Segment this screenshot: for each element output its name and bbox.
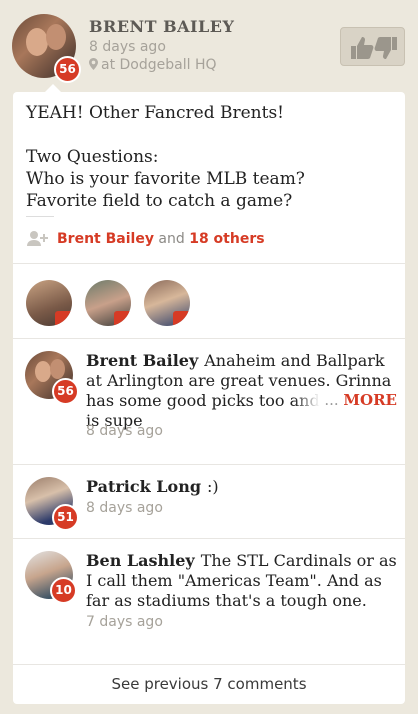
poster-name[interactable]: BRENT BAILEY — [89, 17, 234, 36]
more-control: ... MORE — [294, 391, 397, 409]
liker-avatar[interactable] — [144, 280, 190, 326]
ellipsis: ... — [324, 391, 339, 409]
commenter-avatar[interactable]: 56 — [25, 351, 79, 405]
other-likers-link[interactable]: 18 others — [189, 231, 264, 247]
location-pin-icon — [89, 58, 98, 70]
commenter-name[interactable]: Patrick Long — [86, 477, 201, 496]
post-card: YEAH! Other Fancred Brents! Two Question… — [13, 92, 405, 704]
thumbs-up-down-button[interactable] — [340, 27, 405, 66]
comment-text: :) — [207, 477, 219, 496]
divider — [13, 263, 405, 264]
likes-conjunction: and — [158, 231, 185, 247]
thumbs-up-icon — [55, 311, 72, 326]
liker-avatar[interactable] — [85, 280, 131, 326]
comment-timestamp: 7 days ago — [86, 614, 163, 630]
thumbs-up-icon — [114, 311, 131, 326]
thumbs-up-icon — [173, 311, 190, 326]
location-label: at Dodgeball HQ — [101, 57, 217, 73]
see-previous-comments-button[interactable]: See previous 7 comments — [13, 664, 405, 704]
post-header: 56 BRENT BAILEY 8 days ago at Dodgeball … — [0, 0, 418, 92]
commenter-avatar[interactable]: 51 — [25, 477, 79, 531]
commenter-name[interactable]: Brent Bailey — [86, 351, 198, 370]
comment-timestamp: 8 days ago — [86, 423, 163, 439]
post-location: at Dodgeball HQ — [89, 57, 217, 73]
commenter-level-badge: 10 — [50, 577, 77, 604]
commenter-name[interactable]: Ben Lashley — [86, 551, 195, 570]
commenter-level-badge: 56 — [52, 378, 79, 405]
commenter-avatar[interactable]: 10 — [25, 551, 77, 604]
comment-item: 51 Patrick Long:) 8 days ago — [13, 465, 405, 538]
post-timestamp: 8 days ago — [89, 39, 166, 55]
more-link[interactable]: MORE — [343, 391, 397, 409]
card-pointer — [44, 84, 62, 93]
first-liker-link[interactable]: Brent Bailey — [57, 231, 154, 247]
poster-avatar[interactable]: 56 — [12, 14, 81, 83]
likes-summary: Brent Bailey and 18 others — [27, 230, 265, 247]
comment-body: Patrick Long:) 8 days ago — [86, 477, 398, 518]
comment-body: Ben Lashley The STL Cardinals or as I cal… — [86, 551, 398, 632]
poster-level-badge: 56 — [54, 56, 81, 83]
comment-item: 56 Brent Bailey Anaheim and Ballpark at A… — [13, 339, 405, 464]
comment-item: 10 Ben Lashley The STL Cardinals or as I … — [13, 539, 405, 664]
liker-avatar[interactable] — [26, 280, 72, 326]
comment-timestamp: 8 days ago — [86, 500, 163, 516]
commenter-level-badge: 51 — [52, 504, 79, 531]
post-body: YEAH! Other Fancred Brents! Two Question… — [26, 103, 305, 211]
thumbs-up-down-icon — [351, 37, 397, 59]
add-user-icon — [27, 231, 48, 246]
divider — [26, 216, 54, 217]
